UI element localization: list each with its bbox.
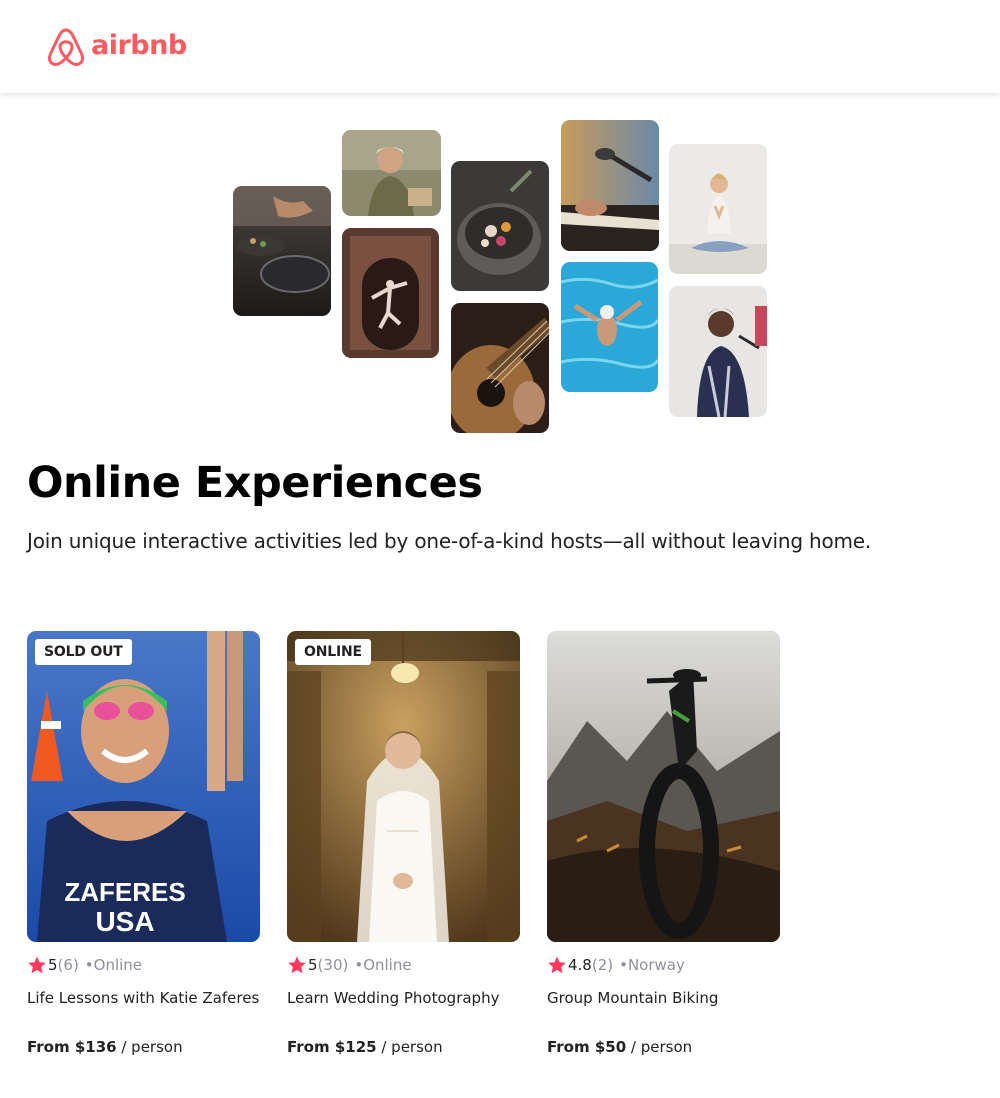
svg-text:ZAFERES: ZAFERES: [64, 877, 185, 907]
status-badge: SOLD OUT: [35, 639, 132, 665]
singer-photo: [669, 286, 767, 417]
star-icon: [548, 956, 566, 974]
review-count: (6): [57, 956, 79, 974]
location-label: •Online: [84, 956, 143, 974]
wedding-photo: ONLINE: [287, 631, 520, 942]
star-icon: [28, 956, 46, 974]
card-stats: 4.8 (2) •Norway: [547, 955, 780, 975]
price-amount: From $50: [547, 1038, 627, 1056]
card-stats: 5 (30) •Online: [287, 955, 520, 975]
price-amount: From $136: [27, 1038, 117, 1056]
price-unit: / person: [116, 1038, 183, 1056]
keyboard-microphone-photo: [561, 120, 659, 251]
location-label: •Online: [354, 956, 412, 974]
rating-value: 5: [308, 956, 318, 974]
navbar: airbnb: [0, 0, 1000, 93]
airbnb-belo-icon: [48, 28, 84, 66]
price-unit: / person: [626, 1038, 693, 1056]
experience-card[interactable]: 4.8 (2) •Norway Group Mountain Biking Fr…: [547, 631, 780, 1056]
card-title[interactable]: Group Mountain Biking: [547, 989, 780, 1008]
card-price: From $50 / person: [547, 1038, 780, 1056]
woman-portrait-photo: [342, 130, 441, 216]
price-unit: / person: [376, 1038, 443, 1056]
experience-card[interactable]: ONLINE 5 (30) •Online Learn Wedding Phot…: [287, 631, 520, 1056]
card-title[interactable]: Life Lessons with Katie Zaferes: [27, 989, 260, 1008]
review-count: (30): [317, 956, 349, 974]
review-count: (2): [591, 956, 614, 974]
cooking-photo: [233, 186, 331, 316]
experience-card[interactable]: ZAFERES USA SOLD OUT 5 (6) •Online Life …: [27, 631, 260, 1056]
food-bowl-photo: [451, 161, 549, 291]
card-price: From $136 / person: [27, 1038, 260, 1056]
location-label: •Norway: [619, 956, 685, 974]
card-price: From $125 / person: [287, 1038, 520, 1056]
mountain-bike-photo: [547, 631, 780, 942]
page-title: Online Experiences: [27, 458, 483, 508]
brand-name: airbnb: [91, 29, 187, 61]
svg-text:USA: USA: [95, 906, 154, 937]
status-badge: ONLINE: [295, 639, 371, 665]
page-subtitle: Join unique interactive activities led b…: [27, 529, 872, 553]
rating-value: 4.8: [568, 956, 592, 974]
swimmer-photo: [561, 262, 658, 392]
airbnb-logo-link[interactable]: airbnb: [47, 27, 187, 67]
yoga-photo: [669, 144, 767, 274]
dancer-photo: [342, 228, 439, 358]
katie-zaferes-photo: ZAFERES USA SOLD OUT: [27, 631, 260, 942]
card-stats: 5 (6) •Online: [27, 955, 260, 975]
price-amount: From $125: [287, 1038, 377, 1056]
star-icon: [288, 956, 306, 974]
guitar-photo: [451, 303, 549, 433]
card-title[interactable]: Learn Wedding Photography: [287, 989, 520, 1008]
rating-value: 5: [48, 956, 58, 974]
